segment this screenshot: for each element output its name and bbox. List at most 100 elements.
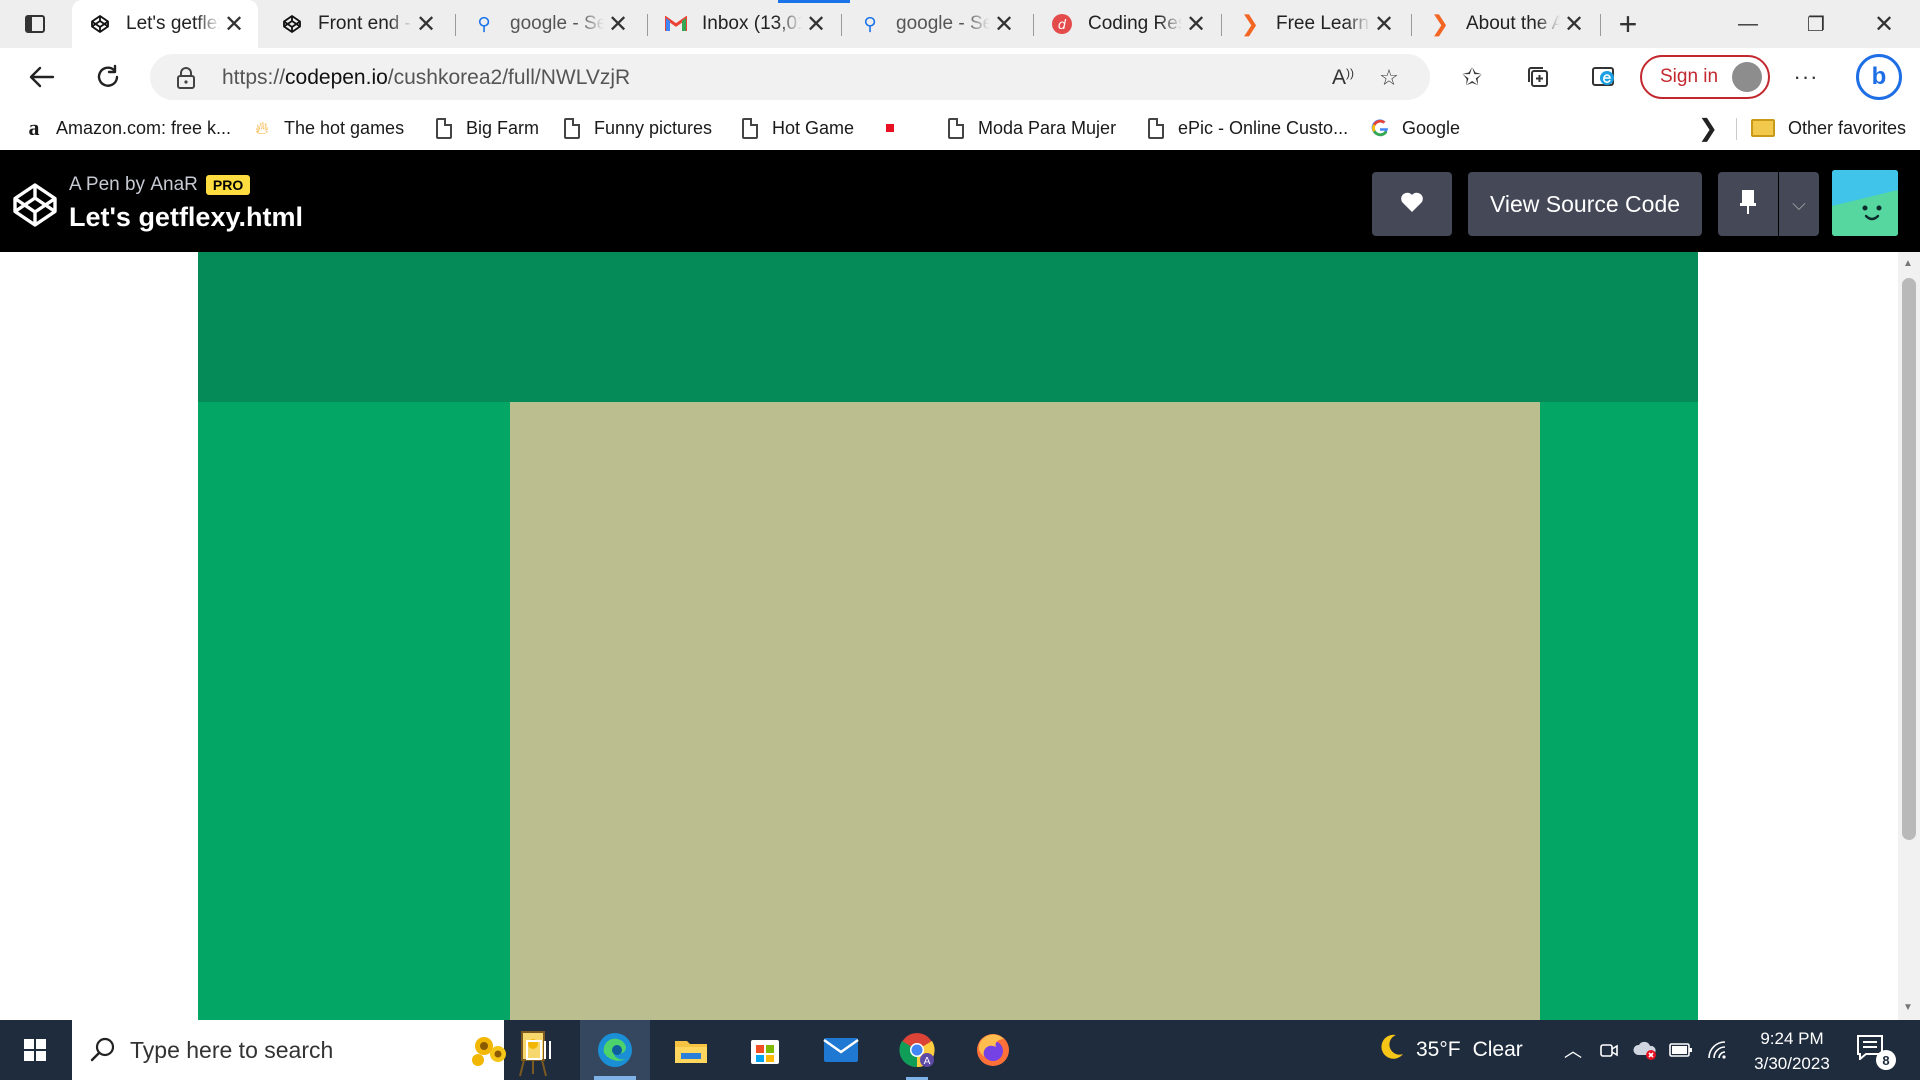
pin-dropdown-button[interactable]: ⌵ xyxy=(1779,172,1819,236)
edge-taskbar-icon[interactable] xyxy=(580,1020,650,1080)
taskbar-search-box[interactable]: Type here to search xyxy=(72,1020,547,1080)
meet-now-icon[interactable] xyxy=(1596,1036,1622,1064)
windows-logo-icon xyxy=(24,1039,46,1061)
battery-icon[interactable] xyxy=(1668,1036,1694,1064)
tab-google-search-1[interactable]: ⚲ google - Search ✕ xyxy=(456,0,642,48)
chevron-orange-icon: ❯ xyxy=(1240,11,1260,36)
browser-essentials-icon[interactable] xyxy=(1586,60,1622,94)
tab-title: google - Search xyxy=(510,13,604,34)
favorite-moda-para-mujer[interactable]: Moda Para Mujer xyxy=(946,114,1116,142)
favorite-google[interactable]: Google xyxy=(1370,114,1460,142)
file-explorer-icon[interactable] xyxy=(656,1020,726,1080)
scroll-down-icon[interactable]: ▼ xyxy=(1903,1002,1913,1013)
favorite-label: Google xyxy=(1402,117,1461,138)
user-avatar[interactable] xyxy=(1832,170,1898,236)
favorite-amazon[interactable]: a Amazon.com: free k... xyxy=(24,114,232,142)
close-tab-icon[interactable]: ✕ xyxy=(1560,10,1588,38)
other-favorites[interactable]: Other favorites xyxy=(1750,114,1906,142)
chevron-right-icon[interactable]: ❯ xyxy=(1698,114,1718,143)
minimize-icon[interactable]: — xyxy=(1714,0,1782,48)
lock-icon[interactable] xyxy=(176,66,198,90)
mail-icon[interactable] xyxy=(806,1020,876,1080)
tab-loading-indicator xyxy=(778,0,850,3)
new-tab-icon[interactable]: + xyxy=(1612,6,1644,42)
codepen-logo-icon[interactable] xyxy=(12,182,58,228)
tab-lets-getflexy[interactable]: Let's getflexy.html ✕ xyxy=(72,0,258,48)
close-tab-icon[interactable]: ✕ xyxy=(220,10,248,38)
onedrive-error-icon[interactable] xyxy=(1632,1036,1658,1064)
favorite-label: Hot Game xyxy=(772,117,855,138)
scrollbar-thumb[interactable] xyxy=(1902,278,1916,840)
page-icon xyxy=(1146,116,1166,140)
wifi-icon[interactable] xyxy=(1704,1036,1730,1064)
close-tab-icon[interactable]: ✕ xyxy=(990,10,1018,38)
tab-front-end[interactable]: Front end - CodePen ✕ xyxy=(264,0,450,48)
page-icon xyxy=(946,116,966,140)
pen-output xyxy=(0,252,1898,1020)
pen-title: Let's getflexy.html xyxy=(69,202,303,232)
chrome-icon[interactable]: A xyxy=(882,1020,952,1080)
view-source-button[interactable]: View Source Code xyxy=(1468,172,1702,236)
author-link[interactable]: AnaR xyxy=(150,174,198,196)
favorite-hot-game[interactable]: Hot Game xyxy=(740,114,854,142)
favorite-the-hot-games[interactable]: 🔥︎ The hot games xyxy=(252,114,404,142)
bing-chat-icon[interactable]: b xyxy=(1856,54,1902,100)
address-bar[interactable]: https://codepen.io/cushkorea2/full/NWLVz… xyxy=(150,54,1430,100)
tab-actions-icon[interactable] xyxy=(14,10,56,38)
read-aloud-icon[interactable]: A)) xyxy=(1326,63,1360,93)
tab-google-search-2[interactable]: ⚲ google - Search ✕ xyxy=(842,0,1028,48)
tab-title: Free Learning xyxy=(1276,13,1370,34)
other-favorites-label: Other favorites xyxy=(1788,117,1907,138)
scroll-up-icon[interactable]: ▲ xyxy=(1903,258,1913,269)
firefox-icon[interactable] xyxy=(958,1020,1028,1080)
favorite-label: Amazon.com: free k... xyxy=(56,117,232,138)
tab-title: About the A... xyxy=(1466,13,1560,34)
favorite-unnamed[interactable] xyxy=(880,114,912,142)
tab-coding-resources[interactable]: d Coding Resources ✕ xyxy=(1034,0,1220,48)
red-square-icon xyxy=(880,116,900,140)
notification-center-icon[interactable]: 8 xyxy=(1856,1034,1896,1070)
favorite-big-farm[interactable]: Big Farm xyxy=(434,114,539,142)
pro-badge: PRO xyxy=(205,175,251,195)
tab-title: Front end - CodePen xyxy=(318,13,412,34)
tab-gmail-inbox[interactable]: Inbox (13,01... ✕ xyxy=(648,0,840,48)
page-icon xyxy=(562,116,582,140)
microsoft-store-icon[interactable] xyxy=(730,1020,800,1080)
pin-icon xyxy=(1739,188,1757,221)
add-favorite-icon[interactable]: ☆ xyxy=(1372,63,1406,93)
weather-widget[interactable]: 35°F Clear xyxy=(1376,1030,1523,1070)
flex-main-content xyxy=(510,402,1540,1020)
like-button[interactable] xyxy=(1372,172,1452,236)
tab-about[interactable]: ❯ About the A... ✕ xyxy=(1412,0,1598,48)
system-clock[interactable]: 9:24 PM 3/30/2023 xyxy=(1742,1026,1842,1076)
favorites-icon[interactable]: ✩ xyxy=(1454,60,1490,94)
clock-time: 9:24 PM xyxy=(1760,1029,1824,1048)
close-tab-icon[interactable]: ✕ xyxy=(412,10,440,38)
favorite-label: Big Farm xyxy=(466,117,540,138)
restore-icon[interactable]: ❐ xyxy=(1782,0,1850,48)
favorite-epic[interactable]: ePic - Online Custo... xyxy=(1146,114,1348,142)
close-tab-icon[interactable]: ✕ xyxy=(1370,10,1398,38)
favorite-funny-pictures[interactable]: Funny pictures xyxy=(562,114,712,142)
close-window-icon[interactable]: ✕ xyxy=(1850,0,1918,48)
codepen-icon xyxy=(280,12,304,36)
search-icon: ⚲ xyxy=(863,13,877,34)
url-text[interactable]: https://codepen.io/cushkorea2/full/NWLVz… xyxy=(222,66,630,90)
close-tab-icon[interactable]: ✕ xyxy=(604,10,632,38)
close-tab-icon[interactable]: ✕ xyxy=(802,10,830,38)
pin-button[interactable] xyxy=(1718,172,1778,236)
back-icon[interactable] xyxy=(22,59,62,95)
collections-icon[interactable] xyxy=(1520,60,1556,94)
sign-in-button[interactable]: Sign in xyxy=(1640,55,1770,99)
tab-title: google - Search xyxy=(896,13,990,34)
refresh-icon[interactable] xyxy=(88,59,128,95)
chevron-up-icon[interactable]: ︿ xyxy=(1560,1036,1586,1064)
tab-free-learning[interactable]: ❯ Free Learning ✕ xyxy=(1222,0,1408,48)
start-button[interactable] xyxy=(0,1020,70,1080)
close-tab-icon[interactable]: ✕ xyxy=(1182,10,1210,38)
page-scrollbar[interactable]: ▲ ▼ xyxy=(1898,252,1920,1020)
search-icon: ⚲ xyxy=(477,13,491,34)
weather-temperature: 35°F xyxy=(1416,1038,1461,1061)
more-menu-icon[interactable]: ··· xyxy=(1788,60,1824,94)
task-view-icon[interactable] xyxy=(504,1020,574,1080)
